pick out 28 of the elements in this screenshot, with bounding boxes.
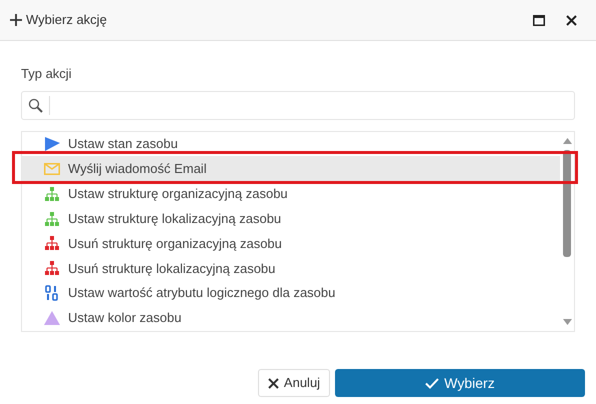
list-item[interactable]: Ustaw kolor zasobu [22,306,560,330]
list-item[interactable]: Usuń strukturę lokalizacyjną zasobu [22,256,560,281]
hierarchy-icon [45,186,59,201]
plus-icon [10,14,22,26]
list-item[interactable]: Wyślij wiadomość Email [22,156,560,182]
field-label: Typ akcji [21,65,73,83]
list-item[interactable]: Ustaw stan zasobu [22,132,560,156]
cancel-button[interactable]: Anuluj [258,369,330,397]
scroll-up-icon[interactable] [562,138,572,144]
hierarchy-icon [45,212,59,226]
close-button[interactable] [564,13,578,27]
hierarchy-icon [45,236,59,250]
triangle-icon [44,311,60,326]
close-icon [268,378,279,388]
envelope-icon [44,162,60,175]
search-field[interactable] [21,90,575,120]
list-item[interactable]: Ustaw wartość atrybutu logicznego dla zasobu [22,280,560,306]
flag-icon [44,136,60,151]
hierarchy-icon [45,261,59,276]
binary-icon [45,285,59,302]
scroll-down-icon[interactable] [562,318,572,324]
select-button[interactable]: Wybierz [335,369,585,397]
checkmark-icon [425,378,440,388]
window-title: Wybierz akcję [26,11,107,30]
search-icon [28,98,43,112]
list-item[interactable]: Ustaw strukturę lokalizacyjną zasobu [22,206,560,231]
list-item[interactable]: Usuń strukturę organizacyjną zasobu [22,231,560,256]
list-item[interactable]: Ustaw strukturę organizacyjną zasobu [22,181,560,206]
